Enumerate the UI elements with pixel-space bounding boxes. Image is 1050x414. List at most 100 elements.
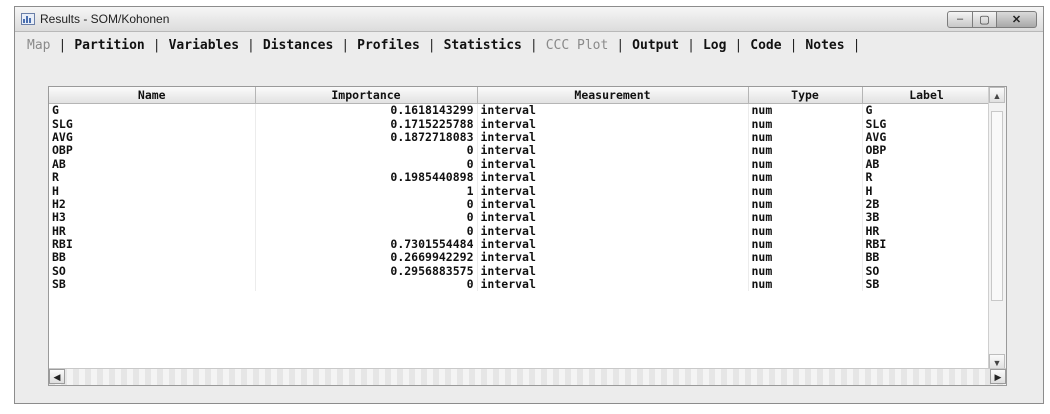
cell-type[interactable]: num	[748, 224, 863, 238]
table-row[interactable]: G 0.1618143299 interval num G	[49, 103, 992, 118]
cell-measurement[interactable]: interval	[477, 117, 749, 131]
vertical-scroll-thumb[interactable]	[991, 111, 1003, 301]
cell-type[interactable]: num	[748, 170, 863, 185]
cell-importance[interactable]: 0.2956883575	[255, 264, 478, 279]
cell-measurement[interactable]: interval	[477, 130, 749, 145]
cell-name[interactable]: AVG	[49, 130, 256, 145]
cell-label[interactable]: 3B	[862, 211, 992, 225]
cell-type[interactable]: num	[748, 264, 863, 279]
cell-importance[interactable]: 0	[255, 157, 478, 171]
table-row[interactable]: RBI 0.7301554484 interval num RBI	[49, 237, 992, 252]
cell-name[interactable]: AB	[49, 157, 256, 171]
cell-importance[interactable]: 0.7301554484	[255, 237, 478, 252]
tab-ccc-plot[interactable]: CCC Plot	[538, 38, 617, 53]
cell-importance[interactable]: 0	[255, 144, 478, 158]
cell-label[interactable]: RBI	[862, 237, 992, 252]
table-row[interactable]: H3 0 interval num 3B	[49, 211, 992, 225]
scroll-right-icon[interactable]: ▶	[990, 369, 1006, 384]
cell-measurement[interactable]: interval	[477, 278, 749, 292]
cell-measurement[interactable]: interval	[477, 103, 749, 118]
cell-measurement[interactable]: interval	[477, 251, 749, 265]
cell-label[interactable]: R	[862, 170, 992, 185]
close-button[interactable]: ✕	[997, 10, 1037, 28]
cell-name[interactable]: H	[49, 184, 256, 198]
column-header-name[interactable]: Name	[49, 87, 256, 104]
cell-label[interactable]: SB	[862, 278, 992, 292]
tab-log[interactable]: Log	[695, 38, 734, 53]
cell-name[interactable]: OBP	[49, 144, 256, 158]
cell-type[interactable]: num	[748, 197, 863, 212]
cell-name[interactable]: H2	[49, 197, 256, 212]
cell-importance[interactable]: 0	[255, 197, 478, 212]
cell-measurement[interactable]: interval	[477, 237, 749, 252]
tab-output[interactable]: Output	[624, 38, 687, 53]
tab-profiles[interactable]: Profiles	[349, 38, 428, 53]
cell-importance[interactable]: 0.1715225788	[255, 117, 478, 131]
table-row[interactable]: HR 0 interval num HR	[49, 224, 992, 238]
cell-label[interactable]: 2B	[862, 197, 992, 212]
tab-statistics[interactable]: Statistics	[436, 38, 530, 53]
tab-variables[interactable]: Variables	[161, 38, 247, 53]
cell-type[interactable]: num	[748, 117, 863, 131]
cell-importance[interactable]: 0	[255, 278, 478, 292]
cell-importance[interactable]: 0	[255, 211, 478, 225]
cell-type[interactable]: num	[748, 130, 863, 145]
table-row[interactable]: H 1 interval num H	[49, 184, 992, 198]
cell-type[interactable]: num	[748, 278, 863, 292]
cell-measurement[interactable]: interval	[477, 197, 749, 212]
cell-label[interactable]: SLG	[862, 117, 992, 131]
cell-type[interactable]: num	[748, 237, 863, 252]
scroll-up-icon[interactable]: ▲	[989, 87, 1005, 103]
cell-label[interactable]: BB	[862, 251, 992, 265]
cell-type[interactable]: num	[748, 157, 863, 171]
cell-type[interactable]: num	[748, 103, 863, 118]
tab-distances[interactable]: Distances	[255, 38, 341, 53]
cell-importance[interactable]: 1	[255, 184, 478, 198]
cell-importance[interactable]: 0.1618143299	[255, 103, 478, 118]
table-row[interactable]: BB 0.2669942292 interval num BB	[49, 251, 992, 265]
maximize-button[interactable]: ▢	[973, 10, 997, 28]
cell-measurement[interactable]: interval	[477, 211, 749, 225]
cell-label[interactable]: H	[862, 184, 992, 198]
cell-label[interactable]: AB	[862, 157, 992, 171]
title-bar[interactable]: Results - SOM/Kohonen – ▢ ✕	[15, 7, 1043, 32]
cell-measurement[interactable]: interval	[477, 264, 749, 279]
cell-importance[interactable]: 0	[255, 224, 478, 238]
cell-name[interactable]: SB	[49, 278, 256, 292]
table-row[interactable]: H2 0 interval num 2B	[49, 197, 992, 212]
cell-type[interactable]: num	[748, 184, 863, 198]
column-header-type[interactable]: Type	[748, 87, 863, 104]
column-header-measurement[interactable]: Measurement	[477, 87, 749, 104]
table-row[interactable]: AB 0 interval num AB	[49, 157, 992, 171]
cell-label[interactable]: SO	[862, 264, 992, 279]
cell-importance[interactable]: 0.1985440898	[255, 170, 478, 185]
cell-name[interactable]: H3	[49, 211, 256, 225]
table-row[interactable]: OBP 0 interval num OBP	[49, 144, 992, 158]
cell-name[interactable]: SO	[49, 264, 256, 279]
cell-measurement[interactable]: interval	[477, 157, 749, 171]
minimize-button[interactable]: –	[947, 10, 973, 28]
cell-measurement[interactable]: interval	[477, 144, 749, 158]
table-row[interactable]: SB 0 interval num SB	[49, 278, 992, 292]
column-header-importance[interactable]: Importance	[255, 87, 478, 104]
cell-importance[interactable]: 0.1872718083	[255, 130, 478, 145]
cell-label[interactable]: AVG	[862, 130, 992, 145]
tab-notes[interactable]: Notes	[797, 38, 852, 53]
cell-label[interactable]: G	[862, 103, 992, 118]
tab-map[interactable]: Map	[19, 38, 58, 53]
vertical-scrollbar[interactable]: ▲ ▼	[988, 87, 1006, 370]
column-header-label[interactable]: Label	[862, 87, 992, 104]
cell-type[interactable]: num	[748, 211, 863, 225]
table-row[interactable]: SLG 0.1715225788 interval num SLG	[49, 117, 992, 131]
table-row[interactable]: AVG 0.1872718083 interval num AVG	[49, 130, 992, 145]
cell-type[interactable]: num	[748, 251, 863, 265]
tab-partition[interactable]: Partition	[66, 38, 152, 53]
table-row[interactable]: SO 0.2956883575 interval num SO	[49, 264, 992, 279]
cell-measurement[interactable]: interval	[477, 184, 749, 198]
scroll-left-icon[interactable]: ◀	[49, 369, 65, 384]
cell-measurement[interactable]: interval	[477, 224, 749, 238]
cell-name[interactable]: R	[49, 170, 256, 185]
cell-name[interactable]: G	[49, 103, 256, 118]
cell-name[interactable]: BB	[49, 251, 256, 265]
table-row[interactable]: R 0.1985440898 interval num R	[49, 170, 992, 185]
